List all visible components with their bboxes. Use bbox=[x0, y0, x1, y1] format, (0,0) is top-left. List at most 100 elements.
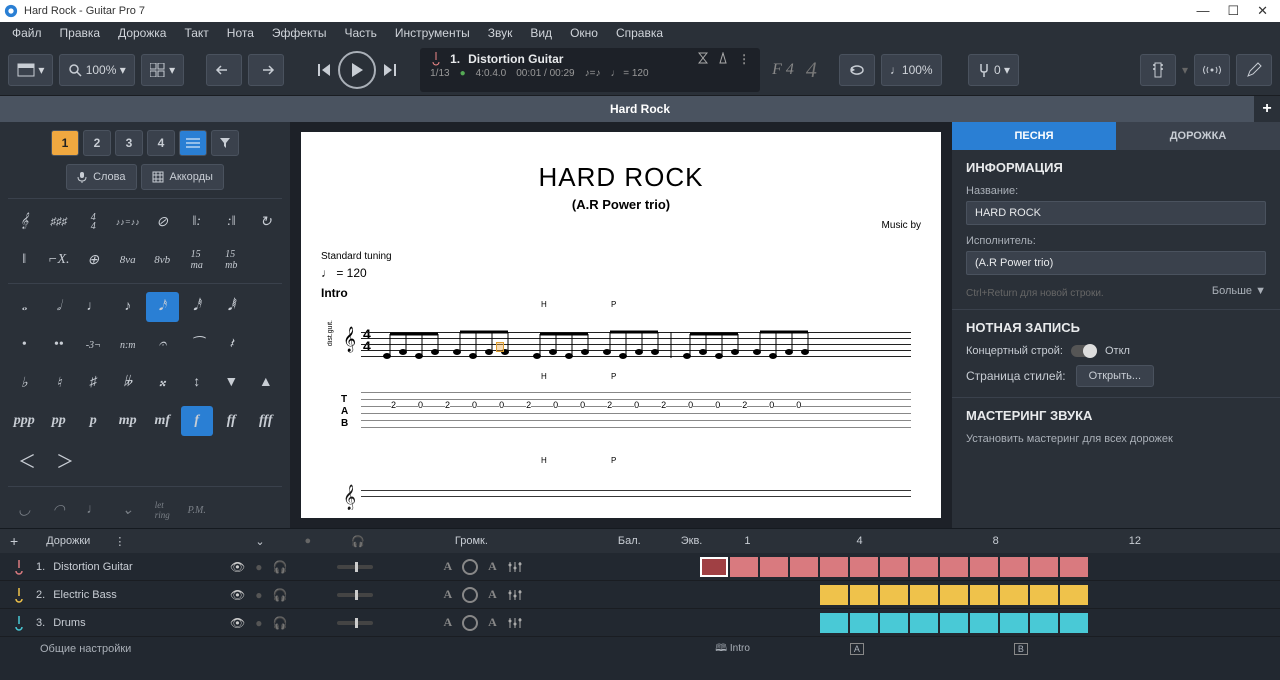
bar-block[interactable] bbox=[880, 613, 908, 633]
clef-button[interactable]: 𝄞 bbox=[8, 207, 41, 237]
view-mode-button[interactable]: ▾ bbox=[8, 54, 53, 86]
add-tab-button[interactable]: + bbox=[1254, 96, 1280, 122]
staff-system-1[interactable]: dist.guit. 𝄞 44 bbox=[321, 322, 921, 372]
score-viewport[interactable]: HARD ROCK (A.R Power trio) Music by Stan… bbox=[290, 122, 952, 528]
whole-note-button[interactable]: 𝅝 bbox=[8, 292, 41, 322]
open-stylesheet-button[interactable]: Открыть... bbox=[1076, 365, 1154, 387]
bar-block[interactable] bbox=[850, 613, 878, 633]
tuning-button[interactable]: 0 ▾ bbox=[968, 54, 1019, 86]
free-time-button[interactable]: ⊘ bbox=[146, 207, 179, 237]
filter-button[interactable] bbox=[211, 130, 239, 156]
bar-block[interactable] bbox=[730, 585, 758, 605]
tuplet-button[interactable]: -3¬ bbox=[77, 330, 110, 360]
triplet-feel-button[interactable]: ♪♪=♪♪ bbox=[112, 207, 145, 237]
artist-input[interactable] bbox=[966, 251, 1266, 275]
window-minimize-button[interactable]: — bbox=[1196, 3, 1209, 19]
mute-button[interactable]: ● bbox=[255, 616, 262, 630]
menu-effects[interactable]: Эффекты bbox=[272, 26, 327, 40]
automation-a[interactable]: A bbox=[443, 559, 452, 574]
track-row[interactable]: 1.Distortion Guitar👁 ● 🎧 A A bbox=[0, 553, 1280, 581]
visibility-toggle[interactable]: 👁 bbox=[230, 588, 245, 602]
sharp-button[interactable]: ♯ bbox=[77, 368, 110, 398]
dyn-f-button[interactable]: f bbox=[181, 406, 214, 436]
bar-block[interactable] bbox=[1060, 613, 1088, 633]
bar-block[interactable] bbox=[1000, 585, 1028, 605]
bar-block[interactable] bbox=[760, 557, 788, 577]
skip-start-button[interactable] bbox=[316, 61, 334, 79]
let-ring-button[interactable]: letring bbox=[146, 495, 179, 525]
dyn-ff-button[interactable]: ff bbox=[215, 406, 248, 436]
bar-block[interactable] bbox=[1000, 557, 1028, 577]
automation-a[interactable]: A bbox=[443, 615, 452, 630]
bar-block[interactable] bbox=[910, 613, 938, 633]
bar-block[interactable] bbox=[970, 557, 998, 577]
semitone-up-button[interactable]: ▲ bbox=[250, 368, 283, 398]
inspector-tab-track[interactable]: ДОРОЖКА bbox=[1116, 122, 1280, 150]
effect-button-2[interactable]: ◠ bbox=[43, 495, 76, 525]
ottava-down-button[interactable]: 8vb bbox=[146, 245, 179, 275]
instrument-panel-button[interactable] bbox=[1140, 54, 1176, 86]
bar-block[interactable] bbox=[850, 557, 878, 577]
edit-panel-button[interactable] bbox=[1236, 54, 1272, 86]
tie-button[interactable]: ⁀ bbox=[181, 330, 214, 360]
eq-button[interactable] bbox=[507, 560, 523, 574]
voice-2-button[interactable]: 2 bbox=[83, 130, 111, 156]
eq-button[interactable] bbox=[507, 616, 523, 630]
track-row[interactable]: 3.Drums👁 ● 🎧 A A bbox=[0, 609, 1280, 637]
menu-help[interactable]: Справка bbox=[616, 26, 663, 40]
bar-block[interactable] bbox=[940, 613, 968, 633]
marker-intro[interactable]: 🕮 Intro bbox=[715, 641, 750, 658]
solo-button[interactable]: 🎧 bbox=[272, 588, 287, 602]
palm-mute-button[interactable]: P.M. bbox=[181, 495, 214, 525]
solo-button[interactable]: 🎧 bbox=[272, 616, 287, 630]
dyn-fff-button[interactable]: fff bbox=[250, 406, 283, 436]
automation-a[interactable]: A bbox=[443, 587, 452, 602]
sixtyfourth-note-button[interactable]: 𝅘𝅥𝅱 bbox=[215, 292, 248, 322]
voice-3-button[interactable]: 3 bbox=[115, 130, 143, 156]
menu-sound[interactable]: Звук bbox=[488, 26, 513, 40]
volume-slider[interactable] bbox=[337, 565, 373, 569]
hourglass-icon[interactable] bbox=[698, 52, 708, 64]
sixteenth-note-button[interactable]: 𝅘𝅥𝅯 bbox=[146, 292, 179, 322]
mute-button[interactable]: ● bbox=[255, 588, 262, 602]
bar-block[interactable] bbox=[760, 613, 788, 633]
thirtysecond-note-button[interactable]: 𝅘𝅥𝅰 bbox=[181, 292, 214, 322]
window-maximize-button[interactable]: ☐ bbox=[1227, 3, 1239, 19]
menu-tools[interactable]: Инструменты bbox=[395, 26, 470, 40]
bar-block[interactable] bbox=[700, 613, 728, 633]
ottava-up-button[interactable]: 8va bbox=[112, 245, 145, 275]
menu-window[interactable]: Окно bbox=[570, 26, 598, 40]
quarter-note-button[interactable]: ♩ bbox=[77, 292, 110, 322]
more-button[interactable]: Больше ▼ bbox=[1212, 285, 1266, 297]
natural-button[interactable]: ♮ bbox=[43, 368, 76, 398]
loop-speed-button[interactable]: ♩ 100% bbox=[881, 54, 942, 86]
bar-block[interactable] bbox=[790, 585, 818, 605]
metronome-icon[interactable] bbox=[718, 52, 728, 64]
sound-panel-button[interactable] bbox=[1194, 54, 1230, 86]
marker-b[interactable]: B bbox=[1014, 643, 1028, 655]
pan-knob[interactable] bbox=[462, 587, 478, 603]
menu-view[interactable]: Вид bbox=[530, 26, 552, 40]
bar-block[interactable] bbox=[940, 585, 968, 605]
bar-block[interactable] bbox=[1060, 585, 1088, 605]
voice-1-button[interactable]: 1 bbox=[51, 130, 79, 156]
volume-slider[interactable] bbox=[337, 593, 373, 597]
bar-block[interactable] bbox=[970, 613, 998, 633]
repeat-close-button[interactable]: :‖ bbox=[215, 207, 248, 237]
double-dot-button[interactable]: •• bbox=[43, 330, 76, 360]
fifteen-mb-button[interactable]: 15mb bbox=[215, 245, 248, 275]
bar-block[interactable] bbox=[940, 557, 968, 577]
bar-block[interactable] bbox=[1030, 613, 1058, 633]
doublesharp-button[interactable]: 𝄪 bbox=[146, 368, 179, 398]
dyn-mf-button[interactable]: mf bbox=[146, 406, 179, 436]
coda-button[interactable]: ⊕ bbox=[77, 245, 110, 275]
menu-note[interactable]: Нота bbox=[227, 26, 254, 40]
pan-knob[interactable] bbox=[462, 615, 478, 631]
dyn-ppp-button[interactable]: ppp bbox=[8, 406, 41, 436]
chords-button[interactable]: Аккорды bbox=[141, 164, 224, 190]
zoom-button[interactable]: 100% ▾ bbox=[59, 54, 134, 86]
bar-block[interactable] bbox=[820, 585, 848, 605]
flat-button[interactable]: ♭ bbox=[8, 368, 41, 398]
bar-block[interactable] bbox=[700, 557, 728, 577]
fermata-button[interactable]: 𝄐 bbox=[146, 330, 179, 360]
